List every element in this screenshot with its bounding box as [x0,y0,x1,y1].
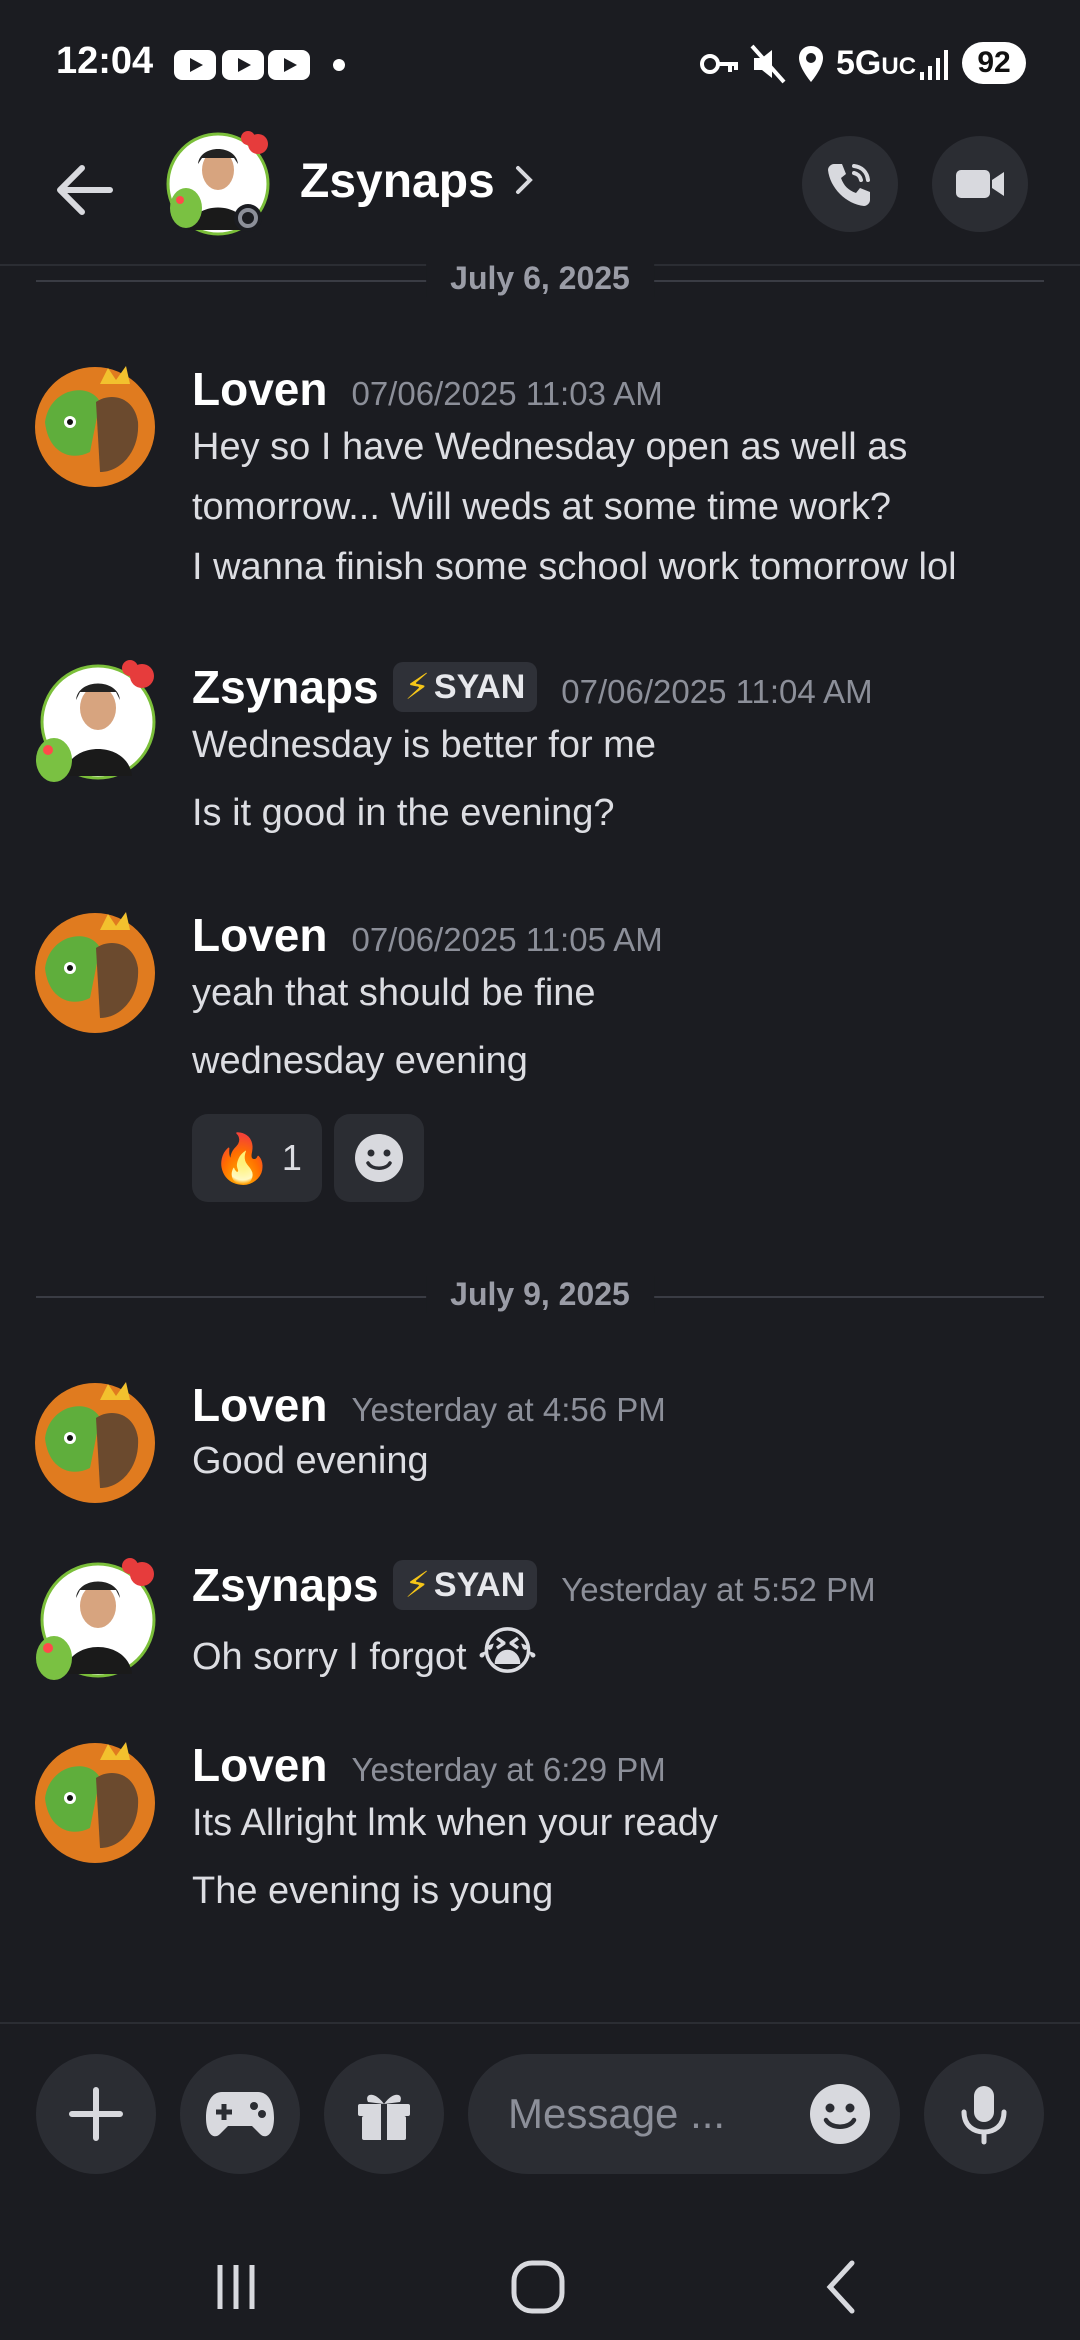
date-divider: July 6, 2025 [36,260,1044,300]
timestamp: Yesterday at 6:29 PM [351,1751,666,1788]
reaction-fire[interactable]: 🔥 1 [192,1114,322,1202]
message-text: wednesday evening [192,1040,528,1082]
emoji-icon [355,1134,403,1182]
message-header: Loven 07/06/2025 11:03 AM [192,362,663,422]
avatar[interactable] [166,130,276,240]
voice-message-button[interactable] [924,2054,1044,2174]
activities-button[interactable] [180,2054,300,2174]
message-text: Oh sorry I forgot 😭 [192,1623,538,1681]
message-header: Zsynaps ⚡ SYAN 07/06/2025 11:04 AM [192,660,873,720]
message-input-container[interactable] [468,2054,900,2174]
message[interactable]: Loven Yesterday at 6:29 PM Its Allright … [0,1738,1080,1938]
chevron-right-icon[interactable] [508,158,542,202]
author-name[interactable]: Zsynaps [192,660,379,714]
status-time: 12:04 [56,40,154,82]
back-arrow-icon[interactable] [48,154,120,226]
message-header: Loven 07/06/2025 11:05 AM [192,908,663,968]
crying-emoji: 😭 [477,1623,538,1681]
microphone-icon [961,2086,1007,2145]
message-text: The evening is young [192,1870,554,1912]
guild-tag-badge[interactable]: ⚡ SYAN [392,662,538,712]
chat-header: Zsynaps [0,128,1080,266]
video-camera-icon [956,170,1004,198]
add-reaction-button[interactable] [334,1114,424,1202]
message-header: Loven Yesterday at 4:56 PM [192,1378,666,1438]
youtube-icon [222,50,264,80]
mute-icon [750,44,786,84]
video-call-button[interactable] [932,136,1028,232]
avatar[interactable] [30,1558,160,1688]
timestamp: 07/06/2025 11:04 AM [561,673,873,710]
message-text: Is it good in the evening? [192,792,615,834]
fire-emoji: 🔥 [212,1132,272,1186]
home-button[interactable] [498,2252,578,2322]
battery-indicator: 92 [962,42,1026,84]
author-name[interactable]: Zsynaps [192,1558,379,1612]
message-composer [0,2022,1080,2232]
avatar[interactable] [30,908,160,1038]
gift-icon [358,2094,410,2140]
lightning-icon: ⚡ [404,666,430,707]
reaction-count: 1 [281,1137,302,1178]
message-input[interactable] [508,2084,808,2144]
youtube-icon [268,50,310,80]
emoji-icon[interactable] [808,2082,872,2146]
message[interactable]: Zsynaps ⚡ SYAN 07/06/2025 11:04 AM Wednes… [0,660,1080,850]
message-text: yeah that should be fine [192,972,596,1014]
message[interactable]: Loven Yesterday at 4:56 PM Good evening [0,1378,1080,1508]
gamepad-icon [206,2092,274,2137]
location-icon [799,46,823,82]
status-bar: 12:04 5GUC 92 [0,0,1080,128]
avatar[interactable] [30,660,160,790]
timestamp: 07/06/2025 11:03 AM [351,375,663,412]
avatar[interactable] [30,1378,160,1508]
gift-button[interactable] [324,2054,444,2174]
lightning-icon: ⚡ [404,1564,430,1605]
attach-button[interactable] [36,2054,156,2174]
message[interactable]: Zsynaps ⚡ SYAN Yesterday at 5:52 PM Oh so… [0,1558,1080,1688]
avatar[interactable] [30,362,160,492]
timestamp: Yesterday at 5:52 PM [561,1571,876,1608]
date-divider: July 9, 2025 [36,1276,1044,1316]
system-nav-bar [0,2232,1080,2340]
key-icon [700,54,738,74]
voice-call-button[interactable] [802,136,898,232]
phone-call-icon [828,164,870,206]
home-icon [511,2260,565,2314]
avatar[interactable] [30,1738,160,1868]
author-name[interactable]: Loven [192,908,327,962]
signal-icon [920,50,948,80]
message-text: Good evening [192,1440,429,1482]
author-name[interactable]: Loven [192,362,327,416]
timestamp: Yesterday at 4:56 PM [351,1391,666,1428]
plus-icon [69,2087,123,2141]
author-name[interactable]: Loven [192,1738,327,1792]
back-chevron-icon [826,2260,855,2314]
message-text: Its Allright lmk when your ready [192,1802,718,1844]
message-text: I wanna finish some school work tomorrow… [192,546,957,588]
message[interactable]: Loven 07/06/2025 11:03 AM Hey so I have … [0,362,1080,602]
recent-apps-button[interactable] [196,2252,276,2322]
youtube-icon [174,50,216,80]
dot-icon [333,59,345,71]
guild-tag-badge[interactable]: ⚡ SYAN [392,1560,538,1610]
message-header: Loven Yesterday at 6:29 PM [192,1738,666,1798]
recent-apps-icon [217,2265,255,2309]
message-text: Wednesday is better for me [192,724,656,766]
timestamp: 07/06/2025 11:05 AM [351,921,663,958]
channel-title[interactable]: Zsynaps [300,154,495,209]
message-text: Hey so I have Wednesday open as well as [192,426,908,468]
system-back-button[interactable] [802,2252,882,2322]
message[interactable]: Loven 07/06/2025 11:05 AM yeah that shou… [0,908,1080,1208]
message-text: tomorrow... Will weds at some time work? [192,486,891,528]
network-indicator: 5GUC [836,44,917,82]
author-name[interactable]: Loven [192,1378,327,1432]
message-header: Zsynaps ⚡ SYAN Yesterday at 5:52 PM [192,1558,876,1618]
